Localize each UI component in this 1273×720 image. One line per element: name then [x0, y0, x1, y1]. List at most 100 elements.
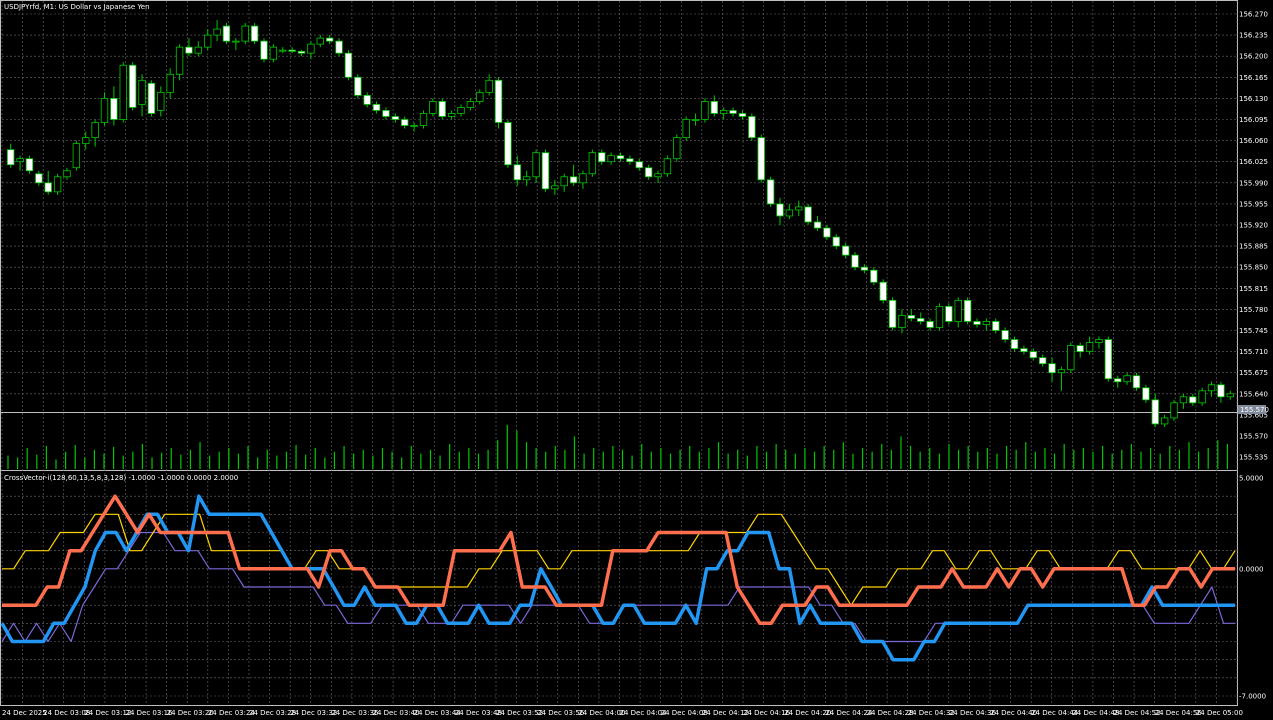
bear-candle — [438, 101, 446, 117]
bear-candle — [35, 173, 43, 184]
bear-candle — [504, 122, 512, 166]
price-axis-label: 156.130 — [1239, 95, 1268, 103]
indicator-line-yellow — [2, 513, 1236, 606]
bull-candle — [457, 107, 465, 114]
bull-candle — [100, 98, 109, 123]
bull-candle — [785, 209, 794, 217]
price-axis-label: 155.850 — [1239, 264, 1268, 272]
price-axis-label: 156.095 — [1239, 116, 1268, 124]
bear-candle — [1076, 345, 1084, 353]
time-axis-label: 24 Dec 03:20 — [167, 709, 214, 717]
time-axis-label: 24 Dec 05:00 — [1196, 709, 1243, 717]
bear-candle — [616, 155, 625, 160]
bear-candle — [804, 206, 812, 223]
bull-candle — [1198, 390, 1206, 404]
bear-candle — [185, 46, 193, 54]
bull-candle — [16, 158, 24, 163]
price-axis-label: 155.955 — [1239, 200, 1268, 208]
bull-candle — [119, 64, 127, 120]
bull-candle — [935, 305, 944, 328]
bear-candle — [1151, 399, 1159, 425]
time-axis-label: 24 Dec 04:52 — [1114, 709, 1161, 717]
price-axis-label: 156.060 — [1239, 137, 1268, 145]
bear-candle — [1104, 339, 1113, 380]
bull-candle — [213, 28, 221, 36]
bear-candle — [382, 110, 390, 117]
bull-candle — [316, 37, 324, 45]
bear-candle — [335, 40, 343, 54]
time-axis-label: 24 Dec 04:28 — [867, 709, 914, 717]
bear-candle — [1217, 384, 1225, 398]
bear-candle — [7, 149, 15, 166]
bull-candle — [157, 91, 165, 111]
indicator-title: CrossVector-i(128,60,13,5,8,3,128) -1.00… — [4, 474, 238, 482]
bull-candle — [485, 79, 493, 93]
price-candles — [7, 20, 1234, 427]
bear-candle — [926, 321, 934, 328]
bull-candle — [232, 40, 240, 43]
bull-candle — [1160, 417, 1169, 425]
price-axis-label: 156.200 — [1239, 53, 1268, 61]
bear-candle — [1142, 387, 1150, 401]
bear-candle — [541, 152, 550, 190]
bull-candle — [720, 110, 728, 114]
bull-candle — [410, 125, 418, 127]
bear-candle — [354, 76, 362, 96]
price-axis-label: 155.780 — [1239, 306, 1268, 314]
bull-candle — [175, 46, 184, 75]
time-axis-label: 24 Dec 04:12 — [702, 709, 749, 717]
bear-candle — [1114, 378, 1122, 383]
price-axis-label: 155.710 — [1239, 348, 1268, 356]
price-axis-label: 156.165 — [1239, 74, 1268, 82]
time-axis-label: 24 Dec 03:52 — [496, 709, 543, 717]
time-axis-label: 24 Dec 04:40 — [990, 709, 1037, 717]
time-axis-label: 24 Dec 03:12 — [84, 709, 131, 717]
bear-candle — [635, 161, 643, 169]
bull-candle — [63, 170, 71, 178]
bull-candle — [1207, 384, 1216, 392]
price-axis-label: 155.920 — [1239, 222, 1268, 230]
bear-candle — [879, 281, 887, 301]
bull-candle — [691, 119, 700, 121]
bear-candle — [992, 321, 1000, 331]
bull-candle — [307, 43, 315, 54]
bull-candle — [579, 173, 587, 184]
bear-candle — [288, 49, 296, 52]
bear-candle — [297, 50, 306, 54]
bear-candle — [1001, 330, 1009, 340]
bull-candle — [1085, 342, 1094, 352]
bull-candle — [898, 315, 906, 328]
bear-candle — [1189, 396, 1197, 404]
bull-candle — [53, 176, 62, 193]
chart-title: USDJPYrfd, M1: US Dollar vs Japanese Yen — [4, 3, 150, 11]
bear-candle — [626, 158, 634, 163]
bear-candle — [945, 305, 953, 322]
bull-candle — [72, 143, 81, 169]
bull-candle — [91, 122, 99, 138]
price-axis-label: 155.990 — [1239, 179, 1268, 187]
price-axis-label: 155.815 — [1239, 285, 1268, 293]
time-axis-label: 24 Dec 04:20 — [784, 709, 831, 717]
bear-candle — [1010, 339, 1019, 349]
bear-candle — [147, 82, 156, 114]
bear-candle — [250, 25, 259, 42]
bear-candle — [1038, 357, 1047, 365]
time-axis-label: 24 Dec 04:48 — [1072, 709, 1119, 717]
volume-bars — [7, 424, 1228, 469]
bull-candle — [795, 206, 803, 211]
time-axis-label: 24 Dec 04:00 — [578, 709, 625, 717]
bear-candle — [391, 116, 400, 120]
bull-candle — [279, 49, 287, 52]
bear-candle — [363, 94, 371, 105]
bear-candle — [1029, 351, 1037, 359]
bull-candle — [663, 158, 672, 175]
trading-chart[interactable]: 156.270 156.235 156.200 156.165 156.130 156.0… — [0, 0, 1273, 720]
bear-candle — [917, 318, 925, 322]
bull-candle — [682, 119, 690, 138]
bear-candle — [888, 299, 897, 328]
bear-candle — [841, 245, 850, 256]
bull-candle — [269, 46, 278, 60]
bear-candle — [748, 116, 756, 138]
bull-candle — [447, 113, 456, 117]
price-axis-label: 156.270 — [1239, 11, 1268, 19]
